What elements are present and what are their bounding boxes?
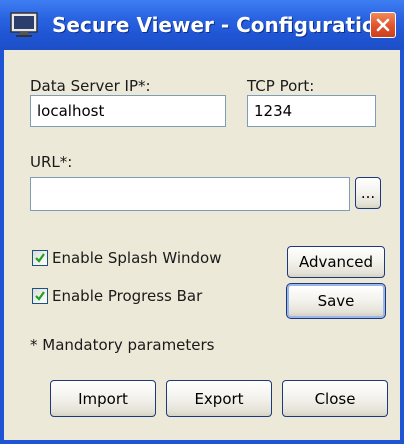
checkmark-icon [35,291,45,301]
configuration-dialog: Secure Viewer - Configuration Data Serve… [0,0,404,444]
enable-progress-checkbox[interactable] [32,288,48,304]
enable-splash-checkbox[interactable] [32,250,48,266]
url-input[interactable] [30,177,350,211]
close-icon [376,18,390,32]
enable-progress-label[interactable]: Enable Progress Bar [52,287,202,305]
close-window-button[interactable] [370,12,396,38]
dialog-body: Data Server IP*: TCP Port: URL*: ... Ena… [0,50,404,444]
save-button[interactable]: Save [286,283,386,319]
server-ip-input[interactable] [30,95,226,127]
import-button[interactable]: Import [50,380,156,417]
checkmark-icon [35,253,45,263]
url-label: URL*: [30,153,73,171]
window-title: Secure Viewer - Configuration [52,13,390,37]
browse-button[interactable]: ... [355,177,381,209]
tcp-port-input[interactable] [247,95,376,127]
enable-splash-label[interactable]: Enable Splash Window [52,249,222,267]
close-button[interactable]: Close [282,380,388,417]
title-bar[interactable]: Secure Viewer - Configuration [0,0,404,50]
mandatory-note: * Mandatory parameters [30,336,215,354]
tcp-port-label: TCP Port: [247,77,315,95]
advanced-button[interactable]: Advanced [287,246,385,278]
monitor-icon [10,12,38,37]
server-ip-label: Data Server IP*: [30,77,151,95]
export-button[interactable]: Export [166,380,272,417]
